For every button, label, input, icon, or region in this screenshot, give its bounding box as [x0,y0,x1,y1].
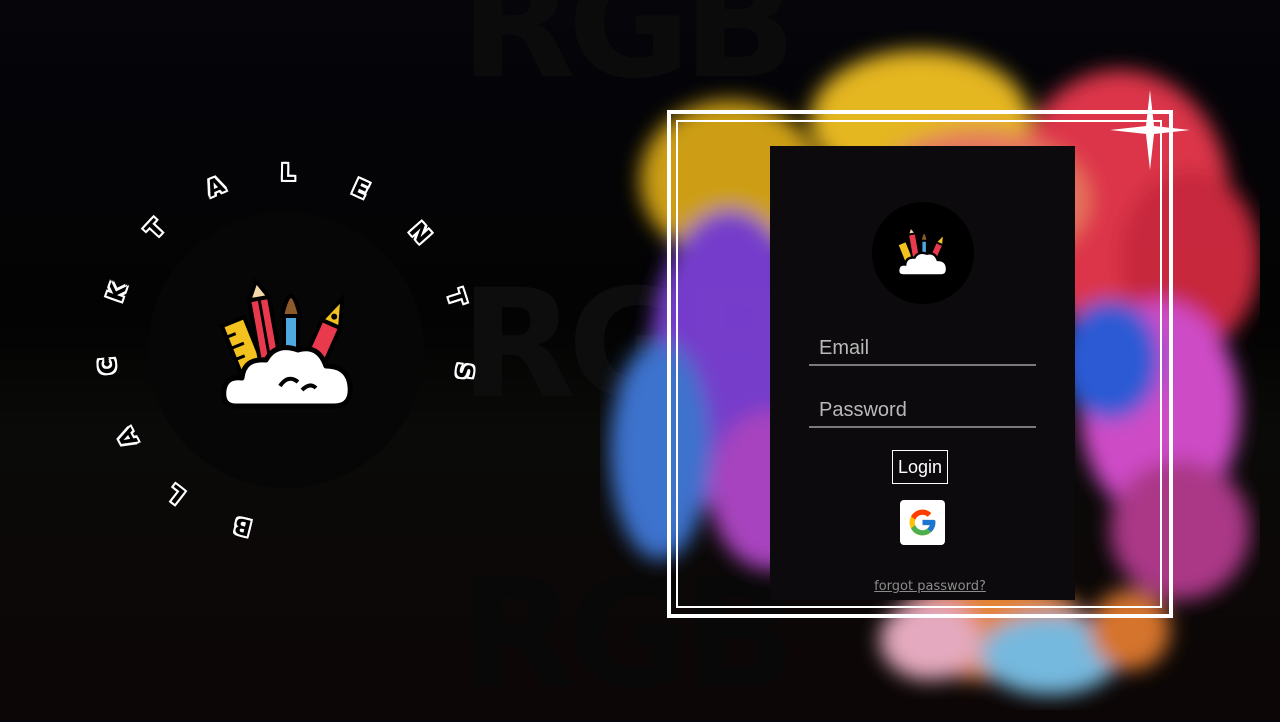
brand-ring-letter: A [113,423,144,451]
brand-ring-letter: L [281,160,296,187]
brand-ring-letter: N [403,218,435,249]
brand-ring-letter: C [94,357,122,376]
panel-logo [872,202,974,304]
brand-ring-letter: S [450,361,477,380]
password-field[interactable] [809,394,1036,428]
brand-ring-letter: T [141,216,170,245]
brand-ring-letter: L [163,478,190,508]
art-supplies-cloud-icon [896,226,949,277]
login-button[interactable]: Login [892,450,949,484]
brand-ring-letter: B [231,511,254,540]
brand-ring-letter: A [203,172,229,203]
google-g-icon [909,509,936,536]
art-supplies-cloud-icon [219,278,353,409]
google-sign-in-button[interactable] [900,500,945,545]
email-field[interactable] [809,332,1036,366]
login-panel: Login forgot password? [770,146,1075,600]
brand-ring-letter: E [348,175,373,205]
brand-ring-letter: K [102,280,133,306]
forgot-password-link[interactable]: forgot password? [770,579,1090,594]
